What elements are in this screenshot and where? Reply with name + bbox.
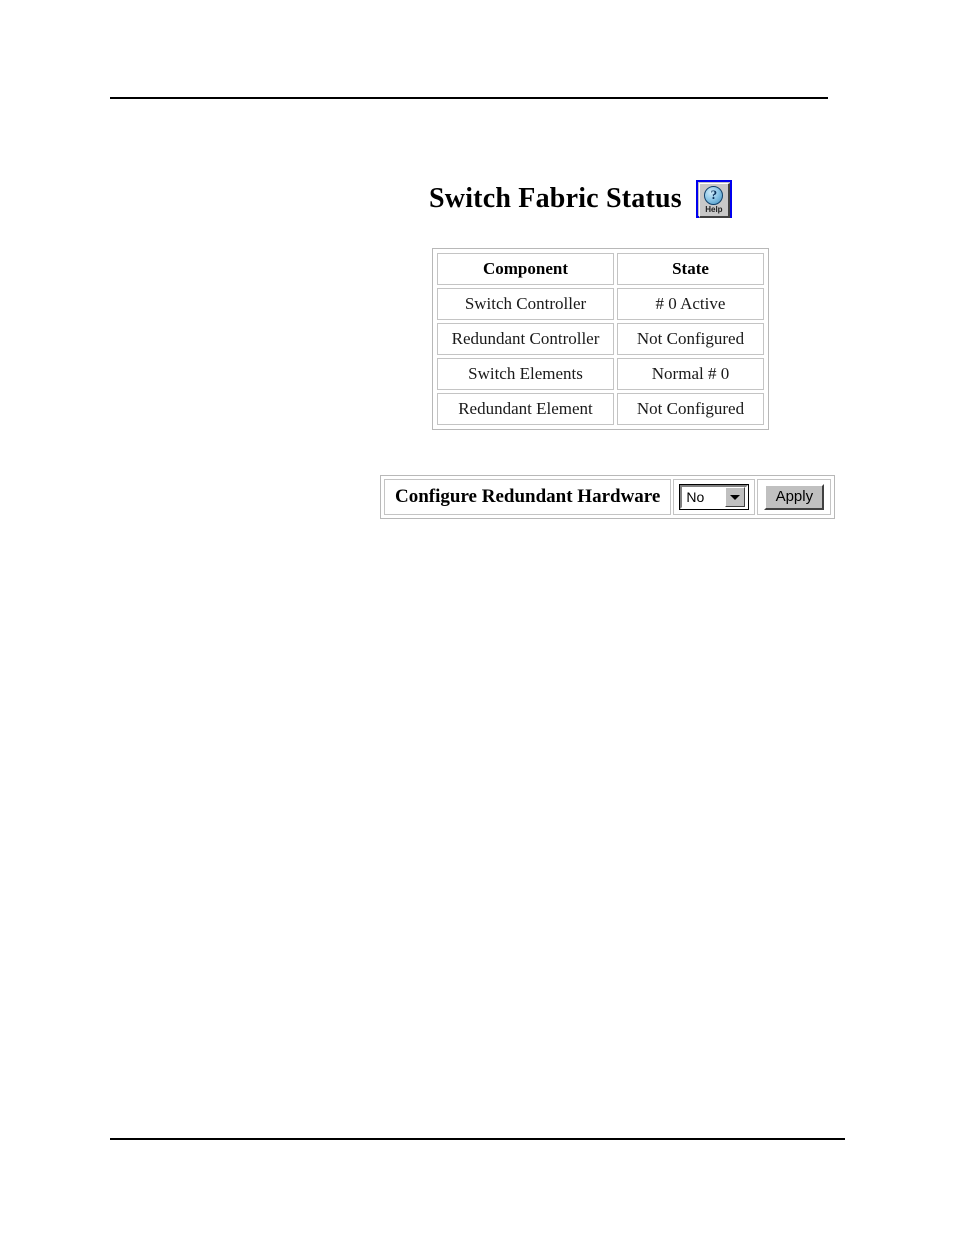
footer-divider [110, 1138, 845, 1140]
redundant-hardware-select[interactable]: No [679, 484, 750, 510]
cell-state: Not Configured [617, 323, 764, 355]
configure-select-cell: No [673, 479, 756, 515]
chevron-down-icon[interactable] [725, 487, 746, 507]
cell-component: Redundant Element [437, 393, 614, 425]
switch-fabric-status-table: Component State Switch Controller # 0 Ac… [434, 250, 767, 428]
configure-apply-cell: Apply [757, 479, 832, 515]
cell-state: Not Configured [617, 393, 764, 425]
table-row: Switch Elements Normal # 0 [437, 358, 764, 390]
header-divider [110, 97, 828, 99]
chevron-down-glyph [730, 494, 741, 500]
configure-redundant-hardware-table: Configure Redundant Hardware No Apply [382, 477, 834, 517]
help-button-face: ? Help [698, 183, 730, 218]
table-header-row: Component State [437, 253, 764, 285]
apply-button[interactable]: Apply [764, 484, 825, 510]
cell-component: Switch Controller [437, 288, 614, 320]
cell-component: Redundant Controller [437, 323, 614, 355]
table-row: Redundant Element Not Configured [437, 393, 764, 425]
table-row: Redundant Controller Not Configured [437, 323, 764, 355]
switch-fabric-status-table-container: Component State Switch Controller # 0 Ac… [432, 248, 769, 430]
help-button-label: Help [705, 205, 723, 214]
page-title-row: Switch Fabric Status ? Help [429, 180, 732, 218]
column-header-state: State [617, 253, 764, 285]
page-title: Switch Fabric Status [429, 183, 682, 214]
column-header-component: Component [437, 253, 614, 285]
cell-component: Switch Elements [437, 358, 614, 390]
configure-row: Configure Redundant Hardware No Apply [384, 479, 832, 515]
help-button[interactable]: ? Help [695, 180, 732, 218]
redundant-hardware-select-value: No [686, 489, 705, 505]
configure-redundant-hardware-container: Configure Redundant Hardware No Apply [380, 475, 836, 519]
configure-redundant-hardware-label: Configure Redundant Hardware [384, 479, 672, 515]
cell-state: # 0 Active [617, 288, 764, 320]
cell-state: Normal # 0 [617, 358, 764, 390]
table-row: Switch Controller # 0 Active [437, 288, 764, 320]
question-mark-circle-icon: ? [704, 186, 724, 205]
